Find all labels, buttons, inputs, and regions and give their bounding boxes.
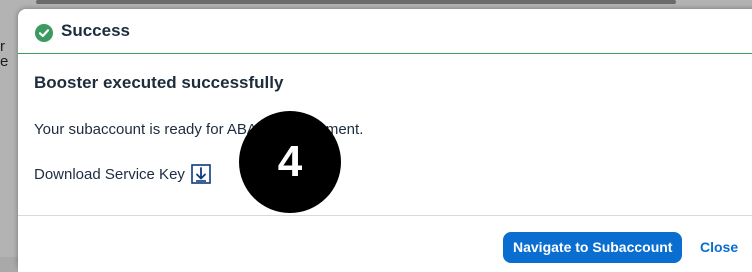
success-check-icon	[35, 24, 53, 42]
navigate-to-subaccount-button[interactable]: Navigate to Subaccount	[503, 232, 683, 263]
success-dialog: Success Booster executed successfully Yo…	[18, 9, 752, 272]
download-arrow-icon[interactable]	[191, 164, 211, 184]
close-button[interactable]: Close	[694, 232, 744, 263]
backdrop-text-line	[36, 0, 676, 4]
dialog-footer: Navigate to Subaccount Close	[18, 215, 752, 272]
download-service-key-row: Download Service Key	[34, 163, 211, 185]
backdrop-text-fragment: r	[0, 38, 5, 55]
step-number-badge: 4	[239, 111, 341, 213]
dialog-header: Success	[18, 9, 752, 54]
dialog-title: Success	[61, 21, 130, 40]
backdrop-text-fragment: e	[0, 53, 9, 70]
dialog-subtitle: Booster executed successfully	[34, 73, 284, 92]
download-service-key-label: Download Service Key	[34, 165, 185, 183]
